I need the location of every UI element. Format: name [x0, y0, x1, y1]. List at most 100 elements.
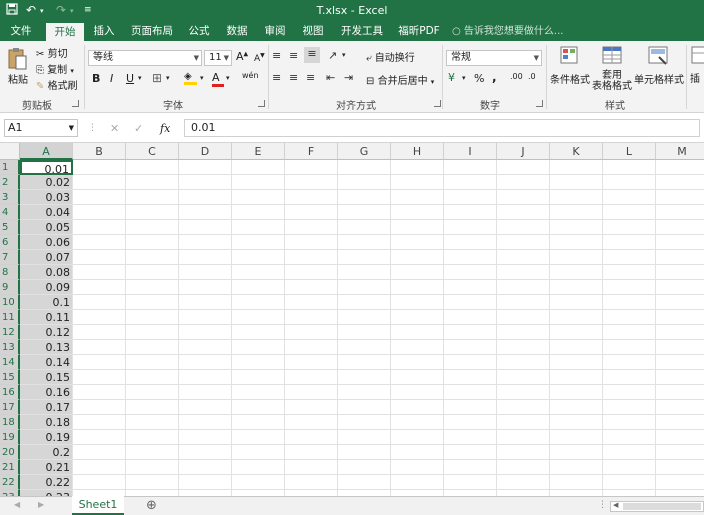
- cell[interactable]: [444, 280, 497, 295]
- cell[interactable]: [126, 175, 179, 190]
- cell[interactable]: [338, 310, 391, 325]
- column-header-h[interactable]: H: [391, 143, 444, 160]
- cell[interactable]: [126, 310, 179, 325]
- align-right-icon[interactable]: ≡: [306, 71, 315, 84]
- wrap-text-button[interactable]: ⤶ 自动换行: [366, 49, 415, 64]
- cell[interactable]: [338, 370, 391, 385]
- cell[interactable]: [550, 310, 603, 325]
- cell[interactable]: [179, 430, 232, 445]
- cell[interactable]: [232, 370, 285, 385]
- cell[interactable]: [603, 460, 656, 475]
- column-header-d[interactable]: D: [179, 143, 232, 160]
- decrease-indent-icon[interactable]: ⇤: [326, 71, 335, 84]
- cell[interactable]: [232, 190, 285, 205]
- cell[interactable]: [338, 160, 391, 175]
- cell-a[interactable]: 0.15: [20, 370, 73, 385]
- cell[interactable]: [285, 370, 338, 385]
- cell[interactable]: [285, 415, 338, 430]
- tab-developer[interactable]: 开发工具: [336, 22, 388, 41]
- cell[interactable]: [338, 340, 391, 355]
- font-name-select[interactable]: 等线 ▼: [88, 50, 202, 66]
- cell[interactable]: [126, 280, 179, 295]
- row-header[interactable]: 18: [0, 415, 20, 430]
- cell[interactable]: [73, 475, 126, 490]
- cell[interactable]: [338, 220, 391, 235]
- cell[interactable]: [497, 370, 550, 385]
- cell-a[interactable]: 0.16: [20, 385, 73, 400]
- cell-a[interactable]: 0.13: [20, 340, 73, 355]
- alignment-launcher-icon[interactable]: [434, 100, 441, 107]
- number-format-select[interactable]: 常规 ▼: [446, 50, 542, 66]
- cell[interactable]: [656, 370, 704, 385]
- align-bottom-icon[interactable]: ≡: [304, 47, 320, 63]
- cell[interactable]: [391, 190, 444, 205]
- row-header[interactable]: 6: [0, 235, 20, 250]
- cell[interactable]: [444, 370, 497, 385]
- cell[interactable]: [550, 445, 603, 460]
- grow-font-button[interactable]: A▲: [236, 50, 248, 63]
- cell[interactable]: [232, 235, 285, 250]
- cell[interactable]: [603, 295, 656, 310]
- cell[interactable]: [73, 205, 126, 220]
- cell[interactable]: [603, 445, 656, 460]
- cell-a[interactable]: 0.03: [20, 190, 73, 205]
- fill-color-dropdown-icon[interactable]: ▾: [200, 74, 204, 82]
- font-launcher-icon[interactable]: [258, 100, 265, 107]
- cell[interactable]: [73, 265, 126, 280]
- cell[interactable]: [550, 160, 603, 175]
- cell[interactable]: [338, 415, 391, 430]
- cell[interactable]: [179, 205, 232, 220]
- cell[interactable]: [550, 175, 603, 190]
- cell[interactable]: [338, 475, 391, 490]
- cell[interactable]: [285, 205, 338, 220]
- cell[interactable]: [497, 340, 550, 355]
- cell-styles-button[interactable]: 单元格样式: [634, 45, 684, 91]
- cell[interactable]: [603, 430, 656, 445]
- number-launcher-icon[interactable]: [536, 100, 543, 107]
- tab-data[interactable]: 数据: [220, 22, 254, 41]
- cell[interactable]: [73, 430, 126, 445]
- cell[interactable]: [338, 430, 391, 445]
- cell[interactable]: [179, 370, 232, 385]
- cell-a[interactable]: 0.09: [20, 280, 73, 295]
- cell[interactable]: [285, 250, 338, 265]
- cut-button[interactable]: ✂ 剪切: [36, 45, 68, 60]
- cell[interactable]: [603, 475, 656, 490]
- cell[interactable]: [391, 295, 444, 310]
- align-top-icon[interactable]: ≡: [272, 49, 281, 62]
- cell[interactable]: [550, 430, 603, 445]
- cell[interactable]: [285, 445, 338, 460]
- column-header-i[interactable]: I: [444, 143, 497, 160]
- cell[interactable]: [550, 340, 603, 355]
- cell[interactable]: [338, 400, 391, 415]
- cell[interactable]: [338, 250, 391, 265]
- cell[interactable]: [656, 400, 704, 415]
- orientation-dropdown-icon[interactable]: ▾: [342, 51, 346, 59]
- cell[interactable]: [497, 280, 550, 295]
- cell[interactable]: [285, 355, 338, 370]
- cell[interactable]: [603, 235, 656, 250]
- cell[interactable]: [550, 460, 603, 475]
- cell[interactable]: [656, 385, 704, 400]
- cell[interactable]: [603, 355, 656, 370]
- font-color-button[interactable]: A: [212, 71, 224, 87]
- cell[interactable]: [285, 295, 338, 310]
- cell[interactable]: [73, 325, 126, 340]
- cell[interactable]: [444, 250, 497, 265]
- cell[interactable]: [126, 250, 179, 265]
- comma-button[interactable]: ,: [492, 70, 497, 84]
- cell[interactable]: [126, 325, 179, 340]
- cell[interactable]: [391, 325, 444, 340]
- cell[interactable]: [391, 310, 444, 325]
- cell[interactable]: [444, 475, 497, 490]
- column-header-m[interactable]: M: [656, 143, 704, 160]
- cell[interactable]: [550, 295, 603, 310]
- cell[interactable]: [497, 445, 550, 460]
- cell[interactable]: [656, 355, 704, 370]
- cell[interactable]: [73, 460, 126, 475]
- cell[interactable]: [444, 310, 497, 325]
- cell[interactable]: [603, 175, 656, 190]
- cell[interactable]: [285, 160, 338, 175]
- currency-dropdown-icon[interactable]: ▾: [462, 74, 466, 82]
- cell[interactable]: [285, 175, 338, 190]
